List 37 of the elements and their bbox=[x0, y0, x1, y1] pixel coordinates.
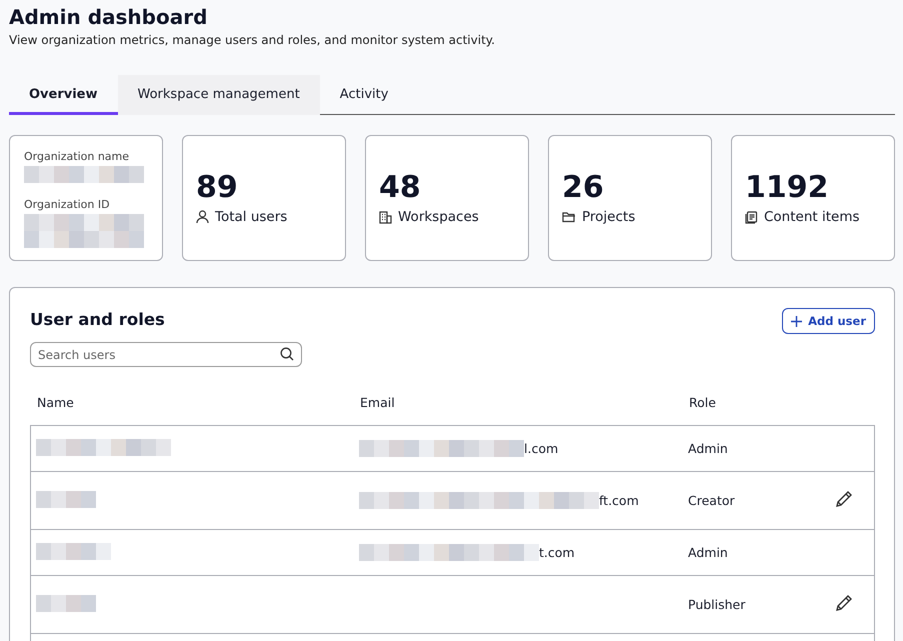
pencil-icon[interactable] bbox=[834, 593, 854, 613]
building-icon bbox=[379, 210, 392, 224]
stat-label: Total users bbox=[215, 209, 288, 225]
stat-value: 48 bbox=[379, 170, 421, 205]
user-icon bbox=[196, 210, 209, 224]
column-header: Name bbox=[37, 395, 74, 410]
organization-id-label: Organization ID bbox=[24, 198, 110, 211]
column-header: Email bbox=[360, 395, 395, 410]
stat-value: 26 bbox=[562, 170, 604, 205]
stat-value: 89 bbox=[196, 170, 238, 205]
search-field[interactable]: Search users bbox=[30, 342, 302, 367]
table-cell: Creator bbox=[688, 493, 735, 508]
tab[interactable]: Workspace management bbox=[118, 75, 320, 115]
document-icon bbox=[745, 210, 758, 224]
folder-icon bbox=[562, 211, 576, 223]
stat-label: Workspaces bbox=[398, 209, 479, 225]
table-cell: t.com bbox=[539, 545, 575, 560]
table-cell: Admin bbox=[688, 545, 728, 560]
stat-label: Projects bbox=[582, 209, 636, 225]
search-icon bbox=[280, 347, 294, 361]
table-cell: Publisher bbox=[688, 597, 746, 612]
page-title: Admin dashboard bbox=[9, 5, 208, 29]
plus-icon bbox=[791, 316, 802, 326]
redacted-block bbox=[36, 594, 96, 612]
table-cell: ft.com bbox=[599, 493, 639, 508]
add-user-button[interactable]: Add user bbox=[782, 308, 875, 334]
tab[interactable]: Activity bbox=[320, 75, 408, 115]
redacted-block bbox=[36, 490, 96, 508]
table-cell: Admin bbox=[688, 441, 728, 456]
organization-name-label: Organization name bbox=[24, 150, 130, 163]
stat-value: 1192 bbox=[745, 170, 828, 205]
pencil-icon[interactable] bbox=[834, 489, 854, 509]
panel-title: User and roles bbox=[30, 310, 165, 329]
stat-label: Content items bbox=[764, 209, 860, 225]
table-cell: l.com bbox=[524, 441, 558, 456]
column-header: Role bbox=[689, 395, 716, 410]
page-subtitle: View organization metrics, manage users and roles, and monitor system activity. bbox=[9, 33, 495, 47]
